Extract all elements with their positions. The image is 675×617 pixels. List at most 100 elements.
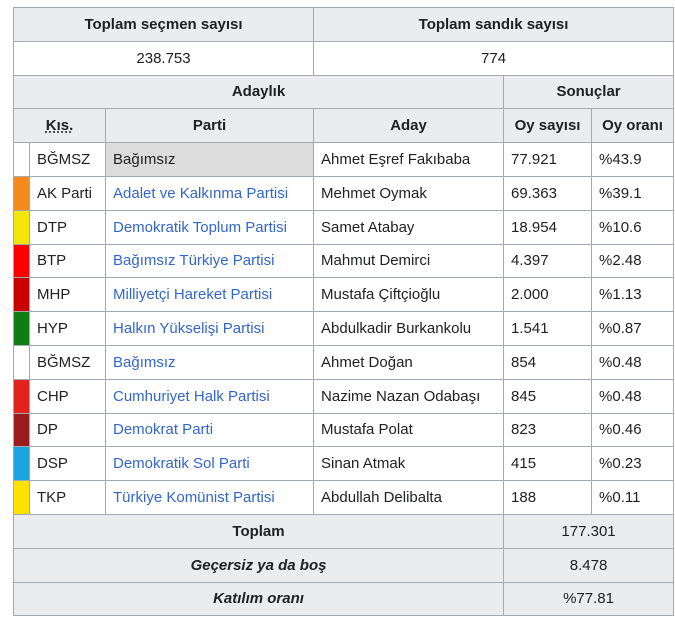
party-abbr: BTP — [29, 243, 106, 279]
party-name: Bağımsız — [104, 142, 315, 177]
party-name: Demokrat Parti — [104, 412, 315, 448]
voters-value: 238.753 — [12, 40, 315, 76]
party-name: Bağımsız Türkiye Partisi — [104, 243, 315, 279]
candidate-name: Mehmet Oymak — [313, 175, 505, 211]
abbr-column-label[interactable]: Kıs. — [46, 117, 74, 134]
vote-share: %43.9 — [591, 142, 675, 177]
election-results-table: Toplam seçmen sayısı Toplam sandık sayıs… — [12, 7, 675, 617]
party-name: Milliyetçi Hareket Partisi — [104, 277, 315, 313]
vote-share: %0.11 — [591, 480, 675, 515]
table-row: DTP Demokratik Toplum Partisi Samet Atabay… — [13, 209, 675, 245]
party-color-swatch — [13, 446, 30, 482]
party-name: Demokratik Sol Parti — [104, 446, 315, 482]
totals-row: Toplam 177.301 — [12, 513, 675, 549]
group-header-row: Adaylık Sonuçlar — [12, 74, 675, 110]
party-abbr: TKP — [29, 480, 106, 515]
party-abbr: DP — [29, 412, 106, 448]
party-link[interactable]: Milliyetçi Hareket Partisi — [113, 286, 272, 303]
vote-count: 1.541 — [503, 311, 593, 346]
vote-count: 823 — [503, 412, 593, 448]
table-row: TKP Türkiye Komünist Partisi Abdullah Deli… — [13, 480, 675, 515]
party-link[interactable]: Adalet ve Kalkınma Partisi — [113, 185, 288, 202]
vote-share: %0.87 — [591, 311, 675, 346]
table-row: CHP Cumhuriyet Halk Partisi Nazime Nazan O… — [13, 378, 675, 414]
column-header-row: Kıs. Parti Aday Oy sayısı Oy oranı — [13, 108, 675, 144]
candidacy-header: Adaylık — [12, 74, 505, 110]
vote-count: 77.921 — [503, 142, 593, 177]
party-link[interactable]: Bağımsız Türkiye Partisi — [113, 252, 274, 269]
party-link[interactable]: Demokratik Sol Parti — [113, 455, 250, 472]
abbr-column-header[interactable]: Kıs. — [13, 108, 106, 144]
vote-count: 845 — [503, 378, 593, 414]
party-abbr: DTP — [29, 209, 106, 245]
party-link[interactable]: Türkiye Komünist Partisi — [113, 489, 275, 506]
totals-value: 177.301 — [503, 513, 675, 549]
totals-label: Katılım oranı — [12, 581, 505, 617]
candidate-name: Ahmet Eşref Fakıbaba — [313, 142, 505, 177]
party-name: Cumhuriyet Halk Partisi — [104, 378, 315, 414]
party-link[interactable]: Cumhuriyet Halk Partisi — [113, 388, 270, 405]
party-color-swatch — [13, 277, 30, 313]
totals-row: Geçersiz ya da boş 8.478 — [12, 547, 675, 583]
candidate-name: Mustafa Çiftçioğlu — [313, 277, 505, 313]
vote-share: %39.1 — [591, 175, 675, 211]
boxes-label: Toplam sandık sayısı — [313, 7, 675, 42]
vote-count: 4.397 — [503, 243, 593, 279]
party-abbr: BĞMSZ — [29, 344, 106, 380]
party-name: Adalet ve Kalkınma Partisi — [104, 175, 315, 211]
vote-count: 2.000 — [503, 277, 593, 313]
party-link[interactable]: Demokratik Toplum Partisi — [113, 219, 287, 236]
table-row: DSP Demokratik Sol Parti Sinan Atmak 415 %0.… — [13, 446, 675, 482]
vote-share: %0.23 — [591, 446, 675, 482]
totals-label: Geçersiz ya da boş — [12, 547, 505, 583]
party-color-swatch — [13, 311, 30, 346]
candidate-name: Abdulkadir Burkankolu — [313, 311, 505, 346]
totals-row: Katılım oranı %77.81 — [12, 581, 675, 617]
table-row: MHP Milliyetçi Hareket Partisi Mustafa Çif… — [13, 277, 675, 313]
candidate-name: Nazime Nazan Odabaşı — [313, 378, 505, 414]
candidate-name: Mustafa Polat — [313, 412, 505, 448]
party-color-swatch — [13, 209, 30, 245]
party-column-header: Parti — [104, 108, 315, 144]
table-row: BTP Bağımsız Türkiye Partisi Mahmut Demirc… — [13, 243, 675, 279]
share-column-header: Oy oranı — [591, 108, 675, 144]
party-abbr: AK Parti — [29, 175, 106, 211]
party-name: Türkiye Komünist Partisi — [104, 480, 315, 515]
vote-count: 69.363 — [503, 175, 593, 211]
voters-label: Toplam seçmen sayısı — [12, 7, 315, 42]
candidate-name: Mahmut Demirci — [313, 243, 505, 279]
vote-share: %10.6 — [591, 209, 675, 245]
party-link[interactable]: Bağımsız — [113, 354, 176, 371]
party-link[interactable]: Halkın Yükselişi Partisi — [113, 320, 264, 337]
party-color-swatch — [13, 243, 30, 279]
votes-column-header: Oy sayısı — [503, 108, 593, 144]
party-color-swatch — [13, 175, 30, 211]
party-name: Halkın Yükselişi Partisi — [104, 311, 315, 346]
table-row: AK Parti Adalet ve Kalkınma Partisi Mehmet… — [13, 175, 675, 211]
vote-share: %0.48 — [591, 344, 675, 380]
party-abbr: BĞMSZ — [29, 142, 106, 177]
boxes-value: 774 — [313, 40, 675, 76]
party-color-swatch — [13, 344, 30, 380]
party-color-swatch — [13, 378, 30, 414]
vote-count: 188 — [503, 480, 593, 515]
results-header: Sonuçlar — [503, 74, 675, 110]
table-body: Toplam seçmen sayısı Toplam sandık sayıs… — [12, 7, 675, 617]
vote-share: %1.13 — [591, 277, 675, 313]
vote-share: %0.46 — [591, 412, 675, 448]
table-row: BĞMSZ Bağımsız Ahmet Doğan 854 %0.48 — [13, 344, 675, 380]
summary-header-row: Toplam seçmen sayısı Toplam sandık sayıs… — [12, 7, 675, 42]
vote-count: 18.954 — [503, 209, 593, 245]
party-abbr: DSP — [29, 446, 106, 482]
party-abbr: CHP — [29, 378, 106, 414]
candidate-name: Ahmet Doğan — [313, 344, 505, 380]
candidate-name: Samet Atabay — [313, 209, 505, 245]
vote-share: %2.48 — [591, 243, 675, 279]
party-name: Bağımsız — [104, 344, 315, 380]
table-row: DP Demokrat Parti Mustafa Polat 823 %0.46 — [13, 412, 675, 448]
party-link[interactable]: Demokrat Parti — [113, 421, 213, 438]
vote-count: 415 — [503, 446, 593, 482]
table-row: HYP Halkın Yükselişi Partisi Abdulkadir Bu… — [13, 311, 675, 346]
totals-value: 8.478 — [503, 547, 675, 583]
party-color-swatch — [13, 412, 30, 448]
